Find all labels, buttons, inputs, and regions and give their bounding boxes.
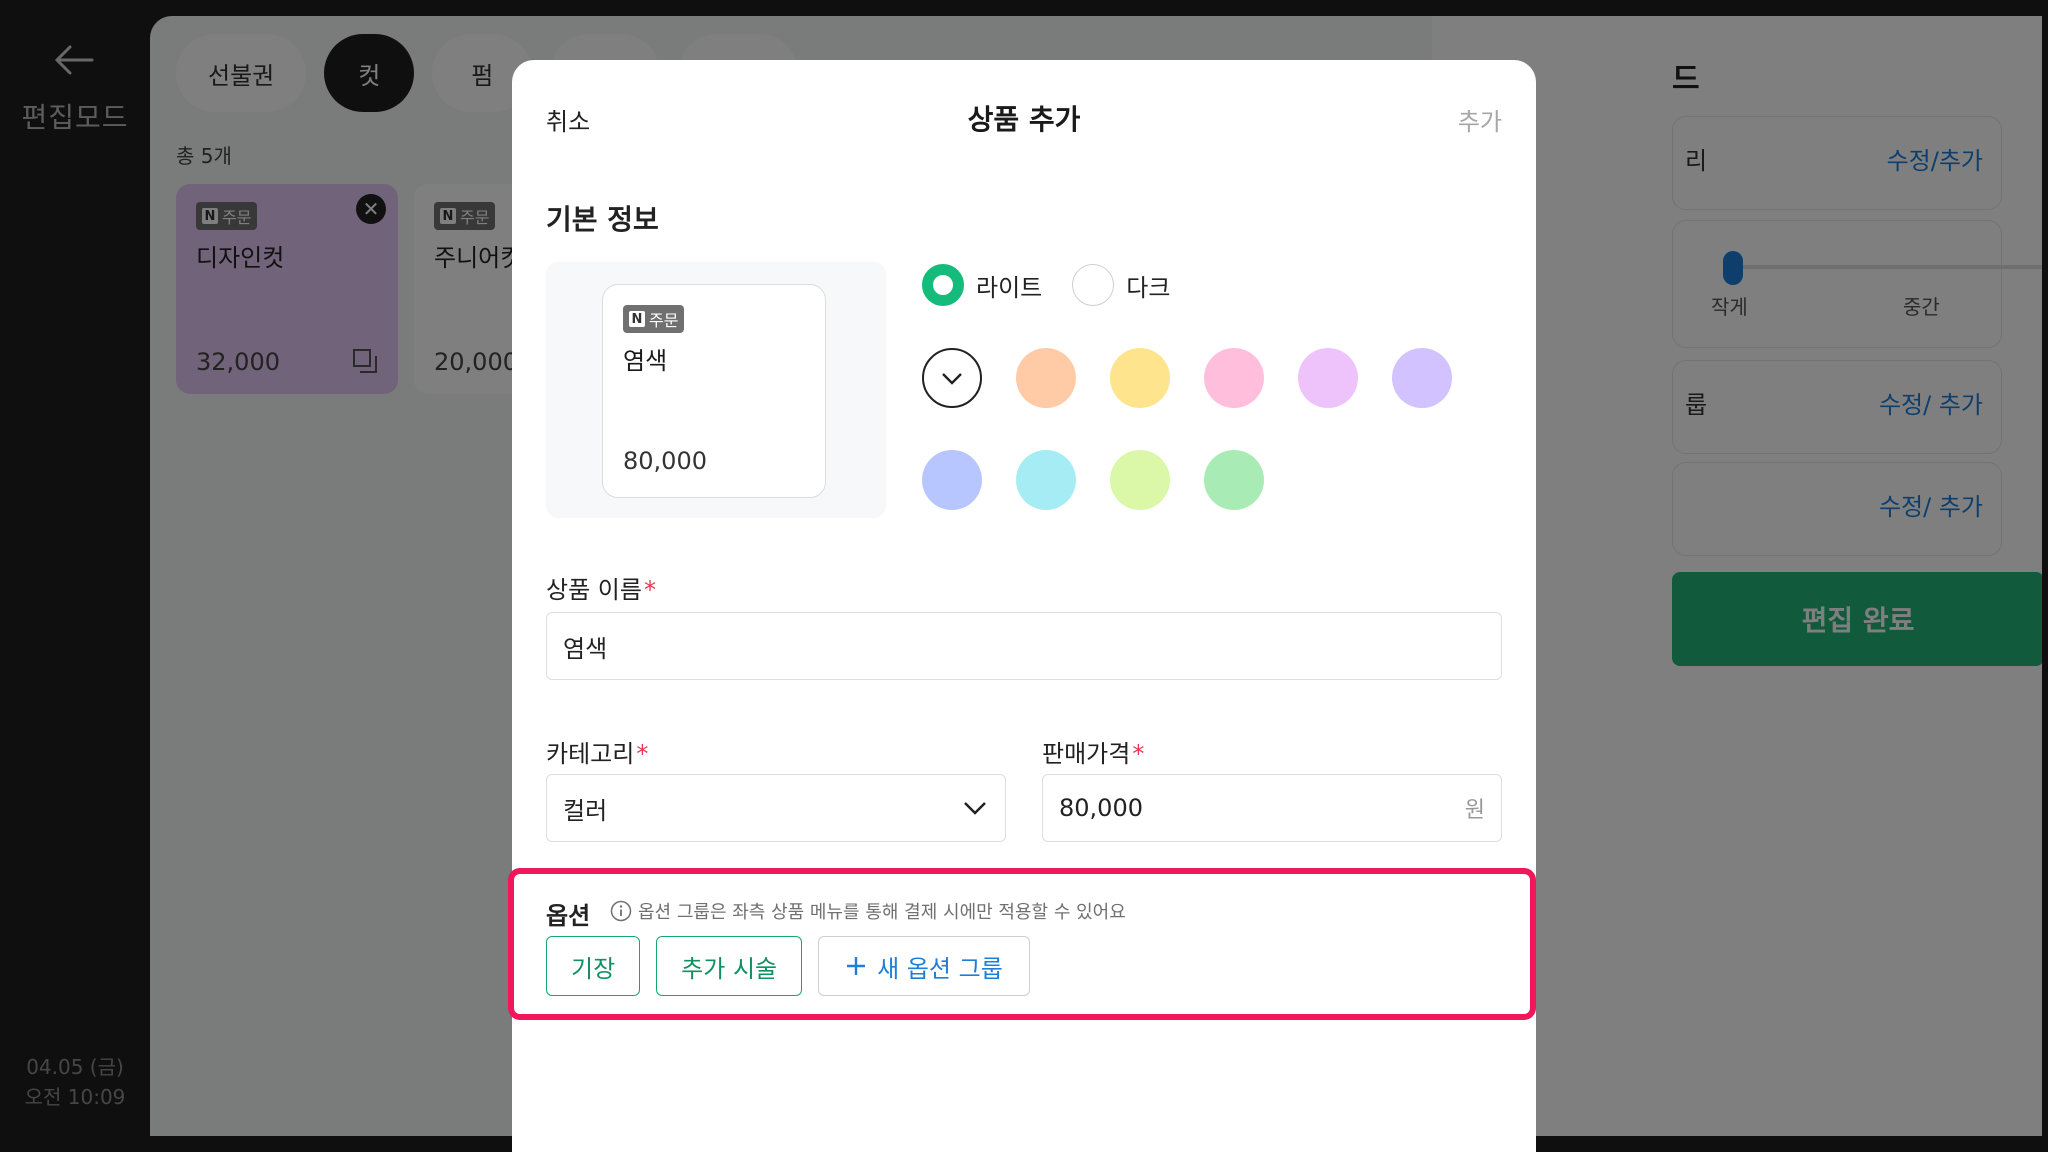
price-field-label: 판매가격* bbox=[1042, 740, 1145, 768]
naver-icon: N bbox=[629, 311, 645, 327]
info-icon bbox=[610, 900, 632, 922]
color-swatch[interactable] bbox=[922, 450, 982, 510]
add-product-modal: 상품 추가 취소 추가 기본 정보 N 주문 염색 80,000 라이트 다크 상… bbox=[508, 60, 1536, 1152]
check-icon bbox=[942, 373, 962, 385]
color-swatch-selected[interactable] bbox=[922, 348, 982, 408]
product-name-input[interactable]: 염색 bbox=[546, 612, 1502, 680]
color-swatches bbox=[922, 348, 1482, 510]
color-swatch[interactable] bbox=[1016, 450, 1076, 510]
color-swatch[interactable] bbox=[1110, 450, 1170, 510]
price-input[interactable]: 80,000 원 bbox=[1042, 774, 1502, 842]
radio-selected-icon bbox=[922, 264, 964, 306]
options-label: 옵션 bbox=[546, 902, 591, 930]
options-info: 옵션 그룹은 좌측 상품 메뉴를 통해 결제 시에만 적용할 수 있어요 bbox=[610, 898, 1126, 924]
theme-selector: 라이트 다크 bbox=[922, 264, 1170, 306]
preview-name: 염색 bbox=[623, 347, 668, 375]
color-swatch[interactable] bbox=[1392, 348, 1452, 408]
theme-dark-radio[interactable]: 다크 bbox=[1072, 264, 1170, 306]
plus-icon bbox=[847, 957, 866, 975]
category-field-label: 카테고리* bbox=[546, 740, 649, 768]
theme-dark-label: 다크 bbox=[1126, 273, 1171, 302]
naver-order-badge: N주문 bbox=[623, 305, 685, 333]
category-select[interactable]: 컬러 bbox=[546, 774, 1006, 842]
color-swatch[interactable] bbox=[1204, 450, 1264, 510]
price-value: 80,000 bbox=[1059, 794, 1143, 822]
options-info-text: 옵션 그룹은 좌측 상품 메뉴를 통해 결제 시에만 적용할 수 있어요 bbox=[638, 902, 1126, 923]
name-field-label: 상품 이름* bbox=[546, 576, 656, 604]
option-group-extra[interactable]: 추가 시술 bbox=[656, 936, 803, 996]
preview-card: N 주문 염색 80,000 bbox=[602, 284, 826, 498]
color-swatch[interactable] bbox=[1298, 348, 1358, 408]
currency-suffix: 원 bbox=[1464, 798, 1485, 823]
option-group-length[interactable]: 기장 bbox=[546, 936, 641, 996]
category-value: 컬러 bbox=[563, 796, 608, 825]
color-swatch[interactable] bbox=[1016, 348, 1076, 408]
color-swatch[interactable] bbox=[1110, 348, 1170, 408]
new-option-group-button[interactable]: 새 옵션 그룹 bbox=[818, 936, 1030, 996]
preview-price: 80,000 bbox=[623, 447, 707, 475]
add-button[interactable]: 추가 bbox=[1458, 102, 1502, 137]
color-swatch[interactable] bbox=[1204, 348, 1264, 408]
option-group-buttons: 기장 추가 시술 새 옵션 그룹 bbox=[546, 936, 1030, 996]
chevron-down-icon bbox=[964, 802, 986, 815]
modal-title: 상품 추가 bbox=[967, 103, 1081, 136]
theme-light-label: 라이트 bbox=[976, 273, 1043, 302]
new-option-group-label: 새 옵션 그룹 bbox=[877, 954, 1003, 983]
cancel-button[interactable]: 취소 bbox=[546, 102, 590, 137]
theme-light-radio[interactable]: 라이트 bbox=[922, 264, 1042, 306]
basic-info-title: 기본 정보 bbox=[546, 203, 659, 236]
preview-area: N 주문 염색 80,000 bbox=[546, 262, 886, 518]
radio-unselected-icon bbox=[1072, 264, 1115, 306]
